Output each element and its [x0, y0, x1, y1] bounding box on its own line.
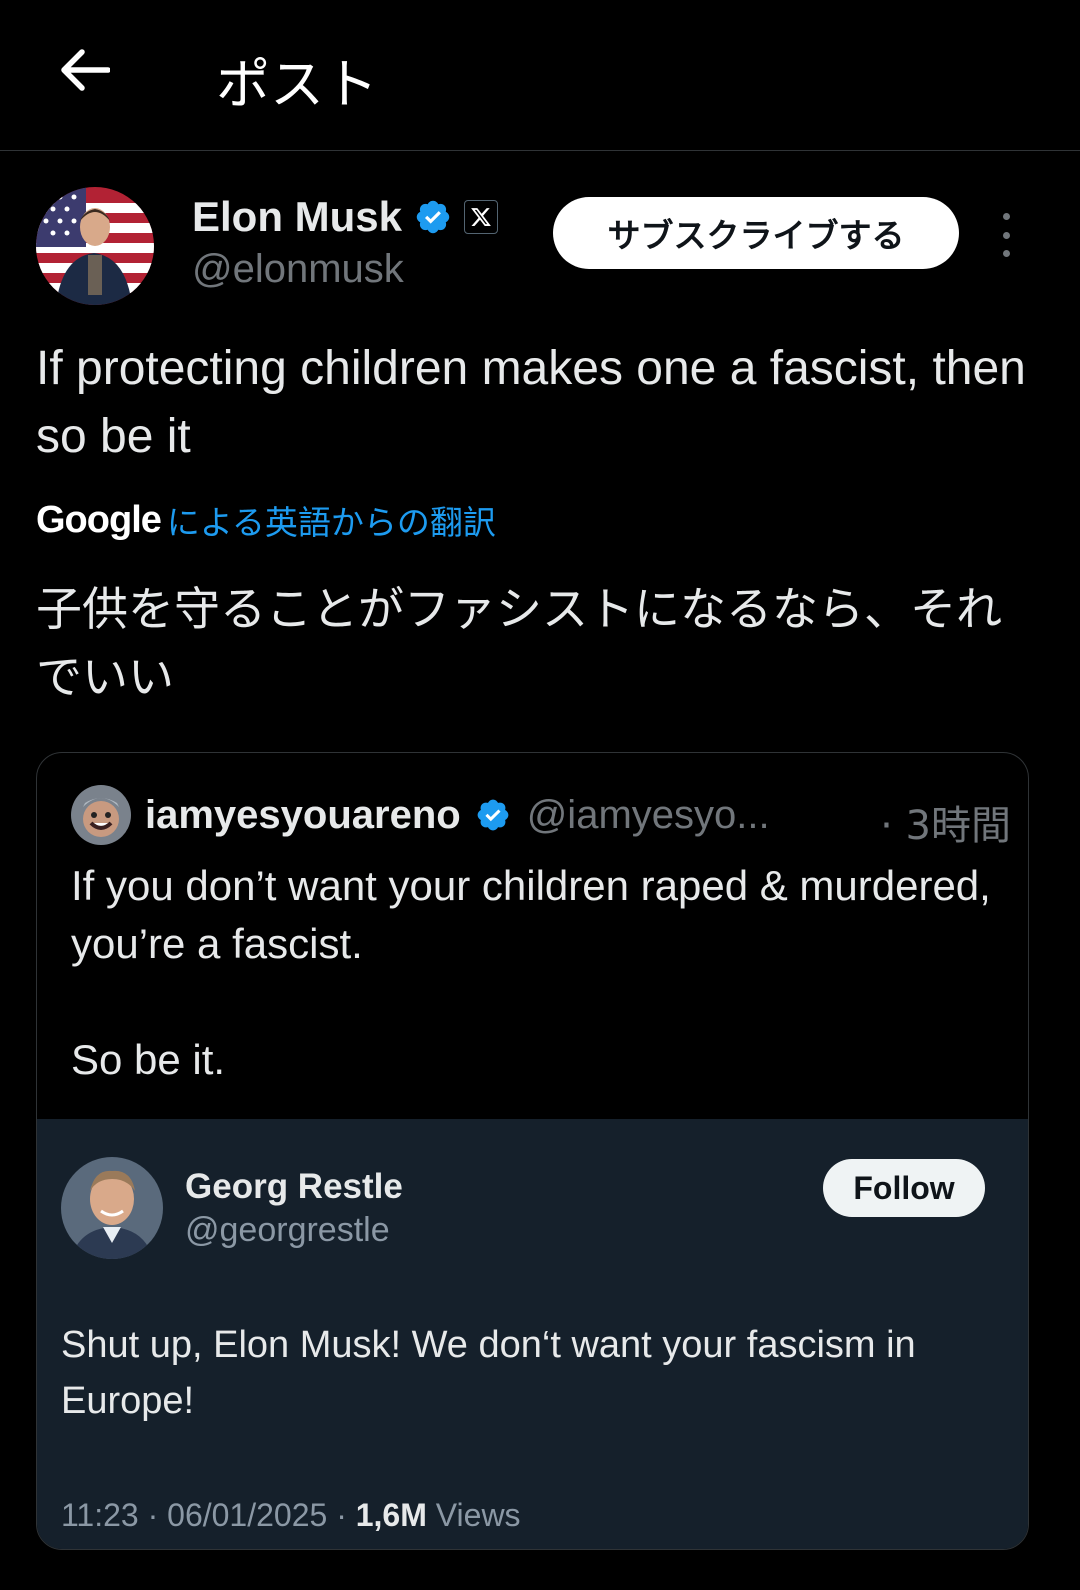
embed-avatar — [61, 1157, 163, 1259]
verified-badge-icon — [477, 799, 509, 831]
quote-timestamp: · 3時間 — [880, 803, 1011, 849]
quote-author-handle: @iamyesyo... — [526, 792, 770, 837]
author-name[interactable]: Elon Musk — [192, 193, 402, 241]
translation-attribution[interactable]: Google による英語からの翻訳 — [36, 496, 496, 544]
back-button[interactable] — [52, 38, 116, 102]
verified-badge-icon — [416, 200, 450, 234]
author-name-row: Elon Musk — [192, 193, 499, 241]
subscribe-button[interactable]: サブスクライブする — [553, 197, 959, 269]
post-text: If protecting children makes one a fasci… — [36, 342, 1026, 463]
embed-views-label: Views — [426, 1497, 521, 1533]
quote-text: If you don’t want your children raped & … — [71, 862, 991, 1083]
translated-text: 子供を守ることがファシストになるなら、それでいい — [36, 582, 1002, 704]
embed-meta: 11:23 · 06/01/2025 · 1,6M Views — [61, 1497, 521, 1534]
quote-author-name[interactable]: iamyesyouareno — [145, 793, 461, 838]
quoted-post[interactable]: iamyesyouareno @iamyesyo... · 3時間 If you… — [36, 752, 1029, 1550]
quote-avatar[interactable] — [71, 785, 131, 845]
embed-author-name: Georg Restle — [185, 1167, 403, 1206]
embed-author-handle: @georgrestle — [185, 1211, 390, 1249]
x-logo-icon — [464, 200, 499, 234]
quote-header: iamyesyouareno @iamyesyo... · 3時間 — [71, 783, 1011, 849]
embed-views-count: 1,6M — [355, 1497, 427, 1533]
top-bar: ポスト — [0, 0, 1080, 151]
embedded-tweet-image: Georg Restle @georgrestle Follow Shut up… — [37, 1119, 1028, 1549]
page-title: ポスト — [216, 53, 378, 116]
translation-label[interactable]: による英語からの翻訳 — [167, 496, 496, 544]
google-logo: Google — [36, 498, 162, 541]
author-handle[interactable]: @elonmusk — [192, 247, 404, 292]
arrow-left-icon — [61, 49, 110, 91]
more-vertical-icon[interactable] — [994, 213, 1018, 257]
embed-text: Shut up, Elon Musk! We don‘t want your f… — [61, 1324, 916, 1422]
follow-button: Follow — [823, 1159, 985, 1217]
embed-timestamp: 11:23 · 06/01/2025 · — [61, 1497, 356, 1533]
post-author: Elon Musk @elonmusk サブスクライブする — [0, 185, 1080, 305]
avatar[interactable] — [36, 187, 154, 305]
